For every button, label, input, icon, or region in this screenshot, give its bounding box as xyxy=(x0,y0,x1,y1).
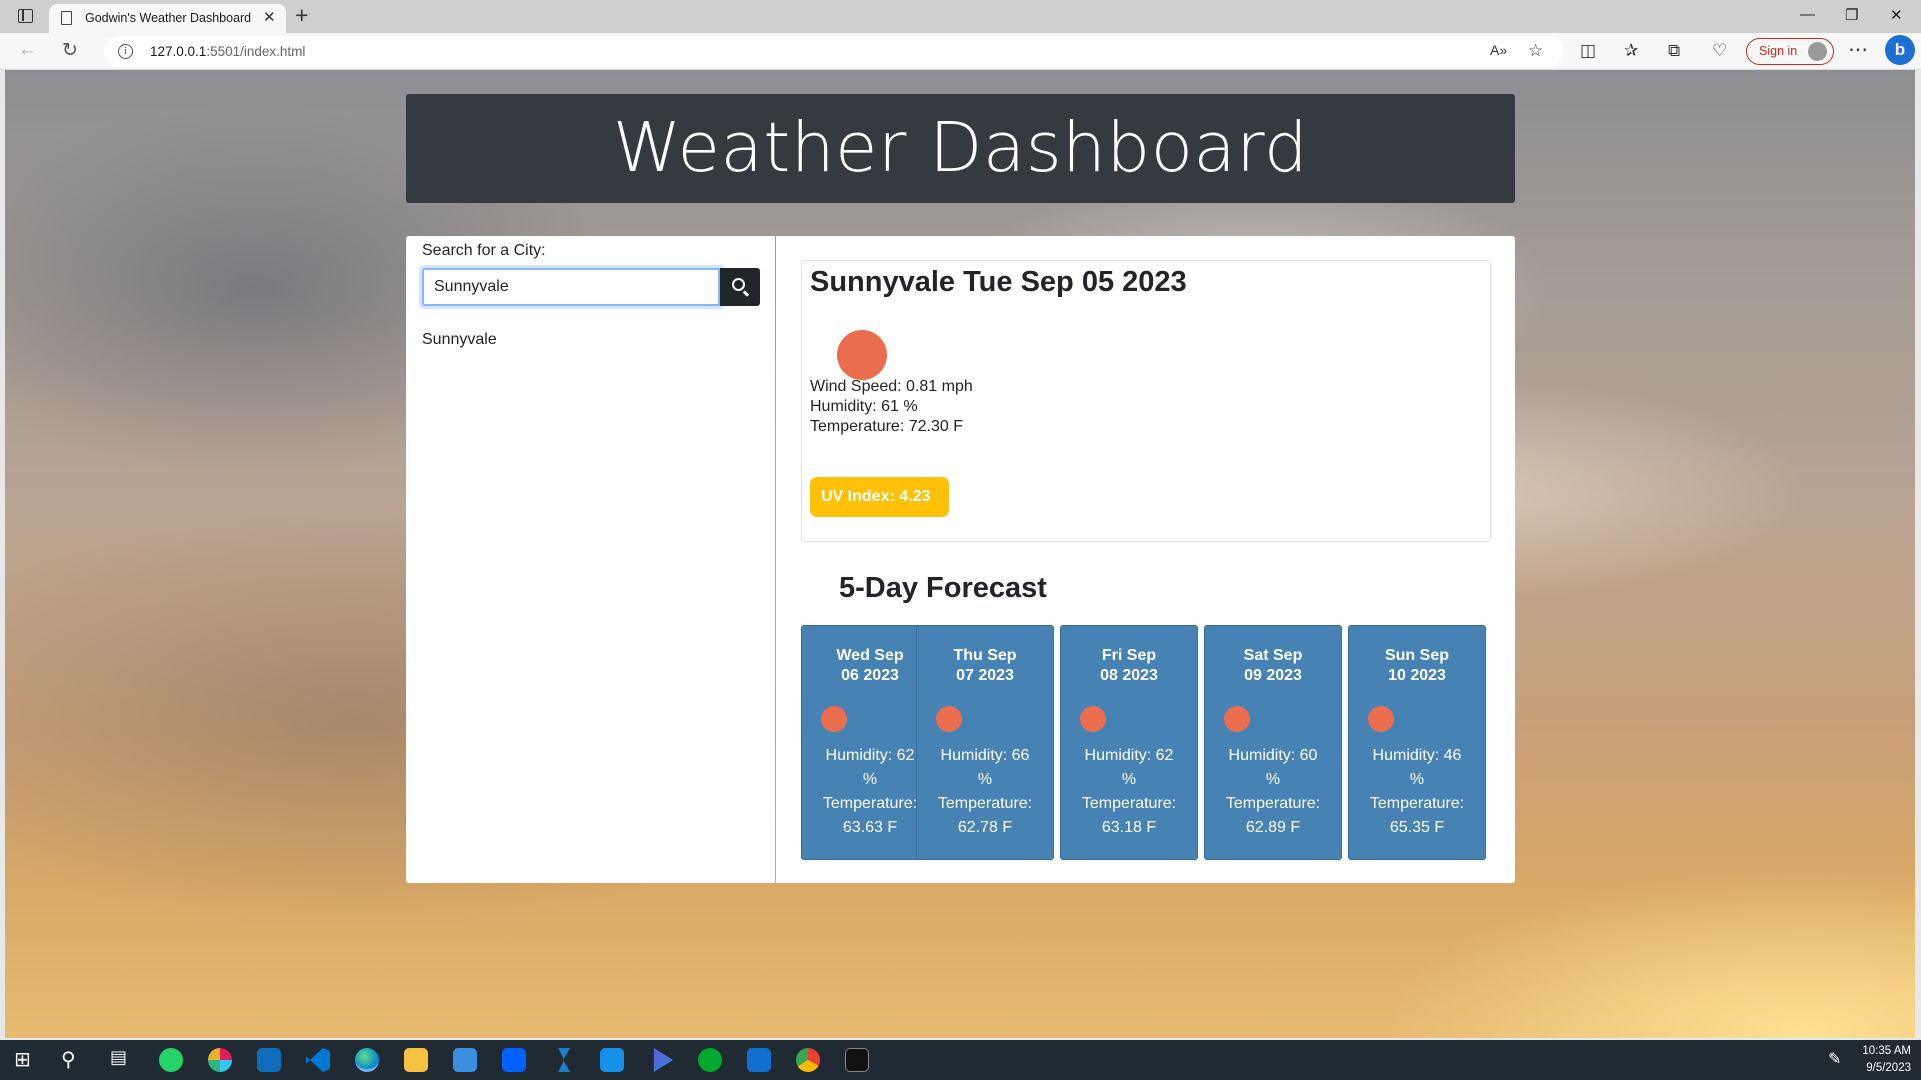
browser-tab[interactable]: Godwin's Weather Dashboard ✕ xyxy=(49,4,286,33)
search-panel: Search for a City: Sunnyvale xyxy=(406,236,775,883)
close-window-icon[interactable]: ✕ xyxy=(1890,6,1903,24)
url-text: 127.0.0.1:5501/index.html xyxy=(150,44,306,59)
avatar xyxy=(1808,42,1827,61)
forecast-date: Thu Sep 07 2023 xyxy=(953,647,1017,684)
forecast-date: Fri Sep 08 2023 xyxy=(1100,647,1158,684)
page-title: Weather Dashboard xyxy=(612,108,1309,188)
forecast-card: Fri Sep 08 2023 Humidity: 62% Temperature:… xyxy=(1060,625,1198,860)
browser-toolbar: ← ↻ i 127.0.0.1:5501/index.html A» ☆ ◫ ✰… xyxy=(0,33,1921,70)
evernote-icon[interactable] xyxy=(698,1048,722,1072)
sign-in-button[interactable]: Sign in xyxy=(1746,38,1834,65)
uv-index-badge: UV Index: 4.23 xyxy=(810,477,949,517)
current-weather-card: Sunnyvale Tue Sep 05 2023 Wind Speed: 0.… xyxy=(801,260,1491,542)
vscode-icon[interactable] xyxy=(306,1048,330,1072)
powerautomate-icon[interactable] xyxy=(558,1048,571,1072)
minimize-icon[interactable]: — xyxy=(1800,6,1815,23)
current-city-date: Sunnyvale Tue Sep 05 2023 xyxy=(810,266,1187,298)
pen-icon[interactable]: ✎ xyxy=(1828,1049,1841,1069)
forecast-date: Sun Sep 10 2023 xyxy=(1384,647,1449,684)
forecast-details: Humidity: 46% Temperature: 65.35 F xyxy=(1369,747,1465,836)
chrome-icon[interactable] xyxy=(796,1048,820,1072)
app-icon[interactable] xyxy=(257,1048,281,1072)
forecast-date: Sat Sep 09 2023 xyxy=(1243,647,1303,684)
forecast-weather-icon xyxy=(1080,706,1106,732)
search-icon xyxy=(732,278,745,291)
weather-panel: Sunnyvale Tue Sep 05 2023 Wind Speed: 0.… xyxy=(776,236,1515,883)
webex-icon[interactable] xyxy=(747,1048,771,1072)
collections-icon[interactable]: ⧉ xyxy=(1668,41,1680,61)
slack-icon[interactable] xyxy=(208,1048,232,1072)
new-tab-icon[interactable]: + xyxy=(295,2,308,29)
mail-icon[interactable] xyxy=(600,1048,624,1072)
favorites-icon[interactable]: ✰ xyxy=(1624,41,1638,61)
tab-title: Godwin's Weather Dashboard xyxy=(85,11,252,25)
tab-close-icon[interactable]: ✕ xyxy=(263,8,276,26)
forecast-details: Humidity: 60% Temperature: 62.89 F xyxy=(1225,747,1321,836)
edge-icon[interactable] xyxy=(355,1048,379,1072)
dropbox-icon[interactable] xyxy=(502,1048,526,1072)
task-view-icon[interactable]: ▤ xyxy=(110,1047,127,1068)
store-icon[interactable] xyxy=(453,1048,477,1072)
browser-essentials-icon[interactable]: ♡ xyxy=(1712,41,1727,61)
forecast-card: Thu Sep 07 2023 Humidity: 66% Temperature:… xyxy=(916,625,1054,860)
windows-start-icon[interactable]: ⊞ xyxy=(14,1047,31,1072)
forecast-card: Sat Sep 09 2023 Humidity: 60% Temperature:… xyxy=(1204,625,1342,860)
search-icon[interactable]: ⚲ xyxy=(61,1047,76,1072)
city-search-input[interactable] xyxy=(422,268,720,306)
forecast-weather-icon xyxy=(821,706,847,732)
forecast-weather-icon xyxy=(936,706,962,732)
page-icon xyxy=(61,11,72,25)
browser-tab-bar: Godwin's Weather Dashboard ✕ + — ❐ ✕ xyxy=(0,0,1921,33)
search-label: Search for a City: xyxy=(422,242,546,259)
more-menu-icon[interactable]: ⋯ xyxy=(1848,37,1868,62)
file-explorer-icon[interactable] xyxy=(404,1048,428,1072)
humidity: Humidity: 61 % xyxy=(810,398,918,415)
search-history-item[interactable]: Sunnyvale xyxy=(422,331,497,349)
site-info-icon[interactable]: i xyxy=(118,44,133,59)
forecast-card: Sun Sep 10 2023 Humidity: 46% Temperature:… xyxy=(1348,625,1486,860)
temperature: Temperature: 72.30 F xyxy=(810,418,963,435)
clock-date: 9/5/2023 xyxy=(1866,1062,1911,1074)
split-screen-icon[interactable]: ◫ xyxy=(1580,41,1596,61)
read-aloud-icon[interactable]: A» xyxy=(1490,42,1507,58)
forecast-details: Humidity: 66% Temperature: 62.78 F xyxy=(937,747,1033,836)
forecast-details: Humidity: 62% Temperature: 63.18 F xyxy=(1081,747,1177,836)
system-clock[interactable]: 10:35 AM 9/5/2023 xyxy=(1862,1043,1911,1077)
forecast-weather-icon xyxy=(1368,706,1394,732)
terminal-icon[interactable] xyxy=(845,1048,869,1072)
taskbar: ⊞ ⚲ ▤ ✎ 10:35 AM 9/5/2023 xyxy=(0,1040,1921,1080)
whatsapp-icon[interactable] xyxy=(159,1048,183,1072)
forecast-weather-icon xyxy=(1224,706,1250,732)
clipchamp-icon[interactable] xyxy=(653,1048,673,1072)
page-header: Weather Dashboard xyxy=(406,94,1515,203)
tab-actions-icon[interactable] xyxy=(18,9,33,23)
clock-time: 10:35 AM xyxy=(1862,1045,1911,1057)
back-icon[interactable]: ← xyxy=(18,39,37,61)
favorite-star-icon[interactable]: ☆ xyxy=(1528,41,1543,61)
bing-copilot-icon[interactable]: b xyxy=(1885,35,1915,65)
restore-icon[interactable]: ❐ xyxy=(1845,6,1858,24)
forecast-title: 5-Day Forecast xyxy=(839,572,1047,604)
search-button[interactable] xyxy=(720,268,760,306)
reload-icon[interactable]: ↻ xyxy=(62,39,78,62)
wind-speed: Wind Speed: 0.81 mph xyxy=(810,378,973,395)
weather-condition-icon xyxy=(837,330,887,380)
page-viewport: Weather Dashboard Search for a City: Sun… xyxy=(5,70,1915,1038)
address-bar[interactable]: i 127.0.0.1:5501/index.html A» ☆ xyxy=(104,36,1564,67)
